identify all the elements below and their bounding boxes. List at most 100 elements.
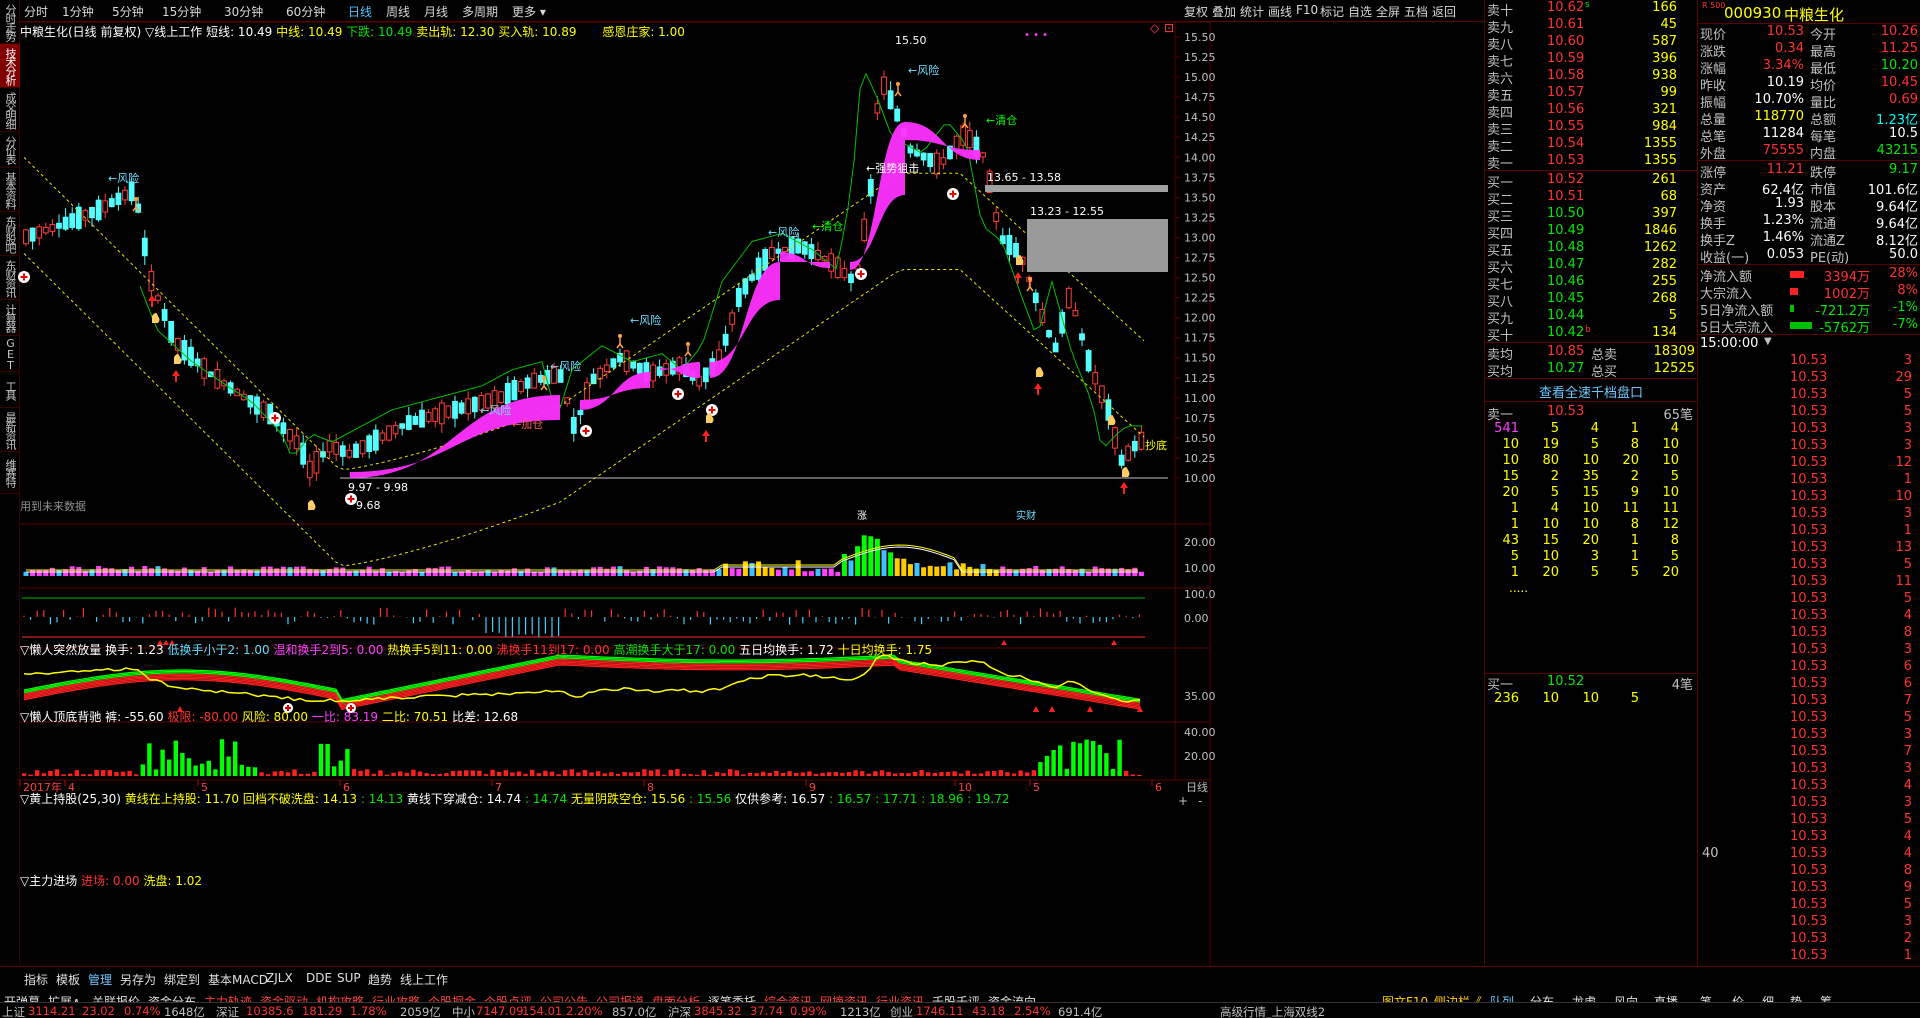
status-item-7: 181.29 <box>302 1004 343 1018</box>
up-arrow-icon <box>172 370 180 382</box>
ind2-r1: 一比: 83.19 <box>311 710 379 724</box>
candle-body <box>630 361 637 369</box>
bid-row[interactable]: 买八 10.45 268 <box>1485 291 1697 310</box>
bid-row[interactable]: 买六 10.47 282 <box>1485 257 1697 276</box>
tick-row: 10.533 <box>1790 438 1912 453</box>
hand-pointer-icon <box>1036 367 1044 377</box>
ask-row[interactable]: 卖四 10.56 321 <box>1485 102 1697 121</box>
main-force-bar <box>431 773 436 776</box>
volume-bar <box>868 536 874 576</box>
zhang-label: 涨 <box>857 510 867 522</box>
bid-row[interactable]: 买一 10.52 261 <box>1485 172 1697 191</box>
main-force-bar <box>272 771 277 776</box>
volume-bar <box>280 566 286 576</box>
indicator-tab-8[interactable]: SUP <box>337 971 361 985</box>
ind3-name[interactable]: ▽黄上持股(25,30) <box>20 792 121 806</box>
kline-chart[interactable]: 15.50 15.25 15.00 14.75 14.50 14.25 14.00 13.75… <box>0 0 1484 966</box>
bid-row[interactable]: 买十 10.42 b 134 <box>1485 325 1697 344</box>
ask-row[interactable]: 卖二 10.54 1355 <box>1485 136 1697 155</box>
tick-row: 10.53 12 <box>1790 455 1912 470</box>
candle-body <box>412 415 419 425</box>
divergence-marker-icon <box>1111 640 1117 645</box>
ask-row[interactable]: 卖十 10.62 s 166 <box>1485 0 1697 19</box>
main-force-bar <box>563 770 568 776</box>
bid-row[interactable]: 买九 10.44 5 <box>1485 308 1697 327</box>
ask-row[interactable]: 卖八 10.60 587 <box>1485 34 1697 53</box>
bid-row[interactable]: 买四 10.49 1846 <box>1485 223 1697 242</box>
main-force-bar <box>226 756 231 776</box>
ind4-name[interactable]: ▽主力进场 <box>20 874 77 888</box>
main-force-bar <box>609 772 614 776</box>
status-item-6: 10385.6 <box>246 1004 294 1018</box>
ind3-v1: : 14.13 <box>360 792 404 806</box>
price-tick: 14.50 <box>1184 111 1216 124</box>
main-force-bar <box>437 774 442 776</box>
tick-row: 10.53 5 <box>1790 897 1912 912</box>
up-arrow-icon <box>702 430 710 442</box>
indicator-tab-5[interactable]: 基本MACD <box>208 971 268 988</box>
indicator-tab-10[interactable]: 线上工作 <box>400 971 448 988</box>
buy1-queue-row: 236 10 10 5 <box>1494 691 1639 706</box>
main-force-bar <box>985 771 990 776</box>
indicator-tab-9[interactable]: 趋势 <box>368 971 392 988</box>
indicator-tab-2[interactable]: 管理 <box>88 971 112 988</box>
main-force-bar <box>134 774 139 776</box>
expand-icon[interactable]: ⊡ <box>1164 21 1174 35</box>
bid-row[interactable]: 买二 10.51 68 <box>1485 189 1697 208</box>
x-axis-tick: 5 <box>1033 781 1040 794</box>
full-depth-button[interactable]: 查看全速千档盘口 <box>1485 382 1697 402</box>
main-force-bar <box>543 770 548 776</box>
bid-row[interactable]: 买五 10.48 1262 <box>1485 240 1697 259</box>
volume-bar <box>43 570 49 576</box>
candle-body <box>386 425 392 441</box>
ask-row[interactable]: 卖三 10.55 984 <box>1485 119 1697 138</box>
volume-bar <box>802 571 808 576</box>
price-tick: 10.25 <box>1184 452 1216 465</box>
candle-body <box>168 321 175 343</box>
main-force-bar <box>939 772 944 776</box>
candle-body <box>1079 333 1085 341</box>
bid-row[interactable]: 买七 10.46 255 <box>1485 274 1697 293</box>
ind1-name[interactable]: ▽懒人突然放量 <box>20 643 101 657</box>
zoom-in-icon[interactable]: + <box>1178 794 1188 808</box>
main-force-bar <box>325 743 330 776</box>
candle-body <box>564 397 571 405</box>
main-force-bar <box>978 773 984 776</box>
main-force-bar <box>780 772 786 776</box>
ask-row[interactable]: 卖五 10.57 99 <box>1485 85 1697 104</box>
indicator-tab-1[interactable]: 模板 <box>56 971 80 988</box>
indicator-tab-4[interactable]: 绑定到 <box>164 971 200 988</box>
tick-row: 10.53 6 <box>1790 659 1912 674</box>
indicator-tab-7[interactable]: DDE <box>306 971 332 985</box>
indicator-tab-3[interactable]: 另存为 <box>120 971 156 988</box>
caret-down-icon[interactable]: ▼ <box>1764 336 1772 347</box>
main-force-bar <box>1051 750 1056 776</box>
main-force-bar <box>213 769 218 776</box>
candle-body <box>425 411 432 422</box>
hand-pointer-icon <box>308 500 316 510</box>
ask-row[interactable]: 卖九 10.61 45 <box>1485 17 1697 36</box>
main-force-bar <box>200 763 205 776</box>
main-force-bar <box>186 758 192 776</box>
ask-row[interactable]: 卖一 10.53 1355 <box>1485 153 1697 172</box>
ask-price: 10.60 <box>1547 34 1585 49</box>
indicator-tab-6[interactable]: ZJLX <box>266 971 293 985</box>
volume-bar <box>1138 571 1144 576</box>
signal-label: ←风险 <box>630 313 661 327</box>
volume-bar <box>30 570 36 576</box>
ind2-name[interactable]: ▽懒人顶底背驰 <box>20 710 101 724</box>
main-force-bar <box>404 772 409 776</box>
bid-row[interactable]: 买三 10.50 397 <box>1485 206 1697 225</box>
indicator-tab-0[interactable]: 指标 <box>24 971 48 988</box>
close-icon[interactable]: ◇ <box>1150 21 1160 35</box>
ask-volume: 984 <box>1652 119 1677 134</box>
tick-row: 10.53 4 <box>1790 608 1912 623</box>
quote-row: 涨跌 0.34 最高 11.25 <box>1700 41 1918 60</box>
ask-row[interactable]: 卖六 10.58 938 <box>1485 68 1697 87</box>
main-force-bar <box>873 771 878 776</box>
zoom-out-icon[interactable]: - <box>1198 794 1202 808</box>
style-name[interactable]: ▽线上工作 <box>145 25 202 39</box>
main-force-bar <box>68 773 73 776</box>
tick-row: 10.53 11 <box>1790 574 1912 589</box>
ask-row[interactable]: 卖七 10.59 396 <box>1485 51 1697 70</box>
